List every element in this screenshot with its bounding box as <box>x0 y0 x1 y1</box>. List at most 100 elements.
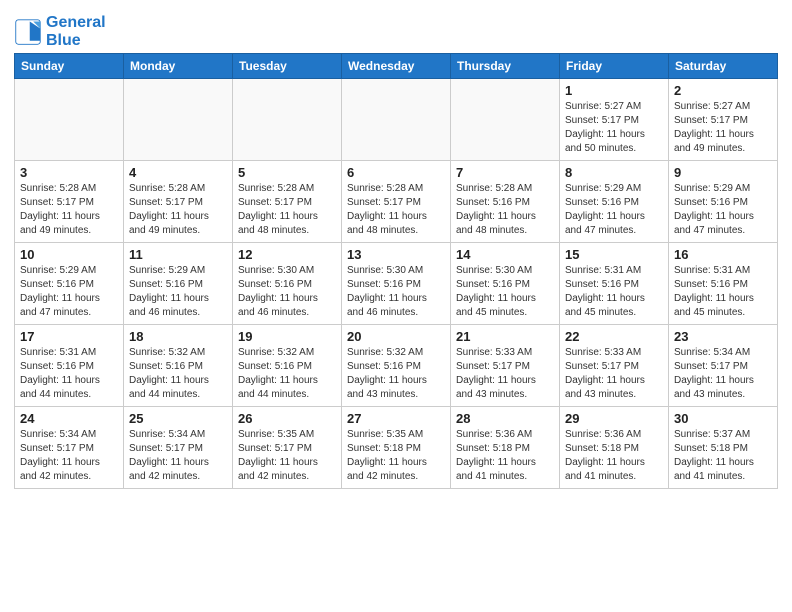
calendar-cell: 6 Sunrise: 5:28 AM Sunset: 5:17 PM Daylig… <box>342 161 451 243</box>
day-number: 21 <box>456 329 554 344</box>
day-info: Sunrise: 5:34 AM Sunset: 5:17 PM Dayligh… <box>20 428 118 484</box>
day-number: 27 <box>347 411 445 426</box>
day-number: 10 <box>20 247 118 262</box>
calendar-cell: 1 Sunrise: 5:27 AM Sunset: 5:17 PM Daylig… <box>560 79 669 161</box>
day-number: 9 <box>674 165 772 180</box>
day-info: Sunrise: 5:32 AM Sunset: 5:16 PM Dayligh… <box>129 346 227 402</box>
day-info: Sunrise: 5:32 AM Sunset: 5:16 PM Dayligh… <box>238 346 336 402</box>
logo-text: General Blue <box>46 14 106 49</box>
calendar-cell: 22 Sunrise: 5:33 AM Sunset: 5:17 PM Dayli… <box>560 325 669 407</box>
calendar-header-row: SundayMondayTuesdayWednesdayThursdayFrid… <box>15 54 778 79</box>
calendar-cell <box>342 79 451 161</box>
calendar-week-3: 10 Sunrise: 5:29 AM Sunset: 5:16 PM Dayli… <box>15 243 778 325</box>
calendar-cell: 24 Sunrise: 5:34 AM Sunset: 5:17 PM Dayli… <box>15 407 124 489</box>
day-number: 5 <box>238 165 336 180</box>
day-info: Sunrise: 5:30 AM Sunset: 5:16 PM Dayligh… <box>347 264 445 320</box>
calendar-cell: 26 Sunrise: 5:35 AM Sunset: 5:17 PM Dayli… <box>233 407 342 489</box>
day-info: Sunrise: 5:27 AM Sunset: 5:17 PM Dayligh… <box>565 100 663 156</box>
calendar-cell: 10 Sunrise: 5:29 AM Sunset: 5:16 PM Dayli… <box>15 243 124 325</box>
calendar-cell: 29 Sunrise: 5:36 AM Sunset: 5:18 PM Dayli… <box>560 407 669 489</box>
day-info: Sunrise: 5:34 AM Sunset: 5:17 PM Dayligh… <box>129 428 227 484</box>
calendar-cell <box>451 79 560 161</box>
day-number: 2 <box>674 83 772 98</box>
day-info: Sunrise: 5:37 AM Sunset: 5:18 PM Dayligh… <box>674 428 772 484</box>
day-info: Sunrise: 5:28 AM Sunset: 5:17 PM Dayligh… <box>238 182 336 238</box>
day-number: 14 <box>456 247 554 262</box>
day-info: Sunrise: 5:31 AM Sunset: 5:16 PM Dayligh… <box>674 264 772 320</box>
calendar-cell: 20 Sunrise: 5:32 AM Sunset: 5:16 PM Dayli… <box>342 325 451 407</box>
day-number: 16 <box>674 247 772 262</box>
calendar-cell: 28 Sunrise: 5:36 AM Sunset: 5:18 PM Dayli… <box>451 407 560 489</box>
day-info: Sunrise: 5:30 AM Sunset: 5:16 PM Dayligh… <box>456 264 554 320</box>
day-number: 8 <box>565 165 663 180</box>
calendar-cell: 3 Sunrise: 5:28 AM Sunset: 5:17 PM Daylig… <box>15 161 124 243</box>
day-info: Sunrise: 5:29 AM Sunset: 5:16 PM Dayligh… <box>674 182 772 238</box>
calendar-cell: 13 Sunrise: 5:30 AM Sunset: 5:16 PM Dayli… <box>342 243 451 325</box>
day-number: 1 <box>565 83 663 98</box>
day-info: Sunrise: 5:28 AM Sunset: 5:17 PM Dayligh… <box>347 182 445 238</box>
calendar-cell: 19 Sunrise: 5:32 AM Sunset: 5:16 PM Dayli… <box>233 325 342 407</box>
calendar-cell: 15 Sunrise: 5:31 AM Sunset: 5:16 PM Dayli… <box>560 243 669 325</box>
calendar-cell <box>124 79 233 161</box>
day-number: 23 <box>674 329 772 344</box>
weekday-header-thursday: Thursday <box>451 54 560 79</box>
day-number: 12 <box>238 247 336 262</box>
day-number: 29 <box>565 411 663 426</box>
calendar-cell: 8 Sunrise: 5:29 AM Sunset: 5:16 PM Daylig… <box>560 161 669 243</box>
calendar-cell: 9 Sunrise: 5:29 AM Sunset: 5:16 PM Daylig… <box>669 161 778 243</box>
calendar-cell: 7 Sunrise: 5:28 AM Sunset: 5:16 PM Daylig… <box>451 161 560 243</box>
day-number: 22 <box>565 329 663 344</box>
header: General Blue <box>14 10 778 49</box>
calendar-table: SundayMondayTuesdayWednesdayThursdayFrid… <box>14 53 778 489</box>
calendar-cell: 14 Sunrise: 5:30 AM Sunset: 5:16 PM Dayli… <box>451 243 560 325</box>
calendar-cell: 2 Sunrise: 5:27 AM Sunset: 5:17 PM Daylig… <box>669 79 778 161</box>
day-number: 11 <box>129 247 227 262</box>
calendar-week-5: 24 Sunrise: 5:34 AM Sunset: 5:17 PM Dayli… <box>15 407 778 489</box>
day-number: 24 <box>20 411 118 426</box>
calendar-cell <box>15 79 124 161</box>
day-info: Sunrise: 5:29 AM Sunset: 5:16 PM Dayligh… <box>565 182 663 238</box>
day-info: Sunrise: 5:35 AM Sunset: 5:17 PM Dayligh… <box>238 428 336 484</box>
calendar-cell: 23 Sunrise: 5:34 AM Sunset: 5:17 PM Dayli… <box>669 325 778 407</box>
day-info: Sunrise: 5:36 AM Sunset: 5:18 PM Dayligh… <box>456 428 554 484</box>
day-number: 13 <box>347 247 445 262</box>
day-number: 19 <box>238 329 336 344</box>
weekday-header-friday: Friday <box>560 54 669 79</box>
day-info: Sunrise: 5:32 AM Sunset: 5:16 PM Dayligh… <box>347 346 445 402</box>
day-number: 25 <box>129 411 227 426</box>
day-number: 26 <box>238 411 336 426</box>
calendar-cell: 21 Sunrise: 5:33 AM Sunset: 5:17 PM Dayli… <box>451 325 560 407</box>
logo-icon <box>14 18 42 46</box>
day-info: Sunrise: 5:33 AM Sunset: 5:17 PM Dayligh… <box>456 346 554 402</box>
day-info: Sunrise: 5:29 AM Sunset: 5:16 PM Dayligh… <box>20 264 118 320</box>
calendar-cell: 4Sunrise: 5:28 AM Sunset: 5:17 PM Daylig… <box>124 161 233 243</box>
day-info: Sunrise: 5:33 AM Sunset: 5:17 PM Dayligh… <box>565 346 663 402</box>
calendar-cell: 27 Sunrise: 5:35 AM Sunset: 5:18 PM Dayli… <box>342 407 451 489</box>
day-info: Sunrise: 5:36 AM Sunset: 5:18 PM Dayligh… <box>565 428 663 484</box>
day-number: 7 <box>456 165 554 180</box>
logo: General Blue <box>14 14 106 49</box>
calendar-week-2: 3 Sunrise: 5:28 AM Sunset: 5:17 PM Daylig… <box>15 161 778 243</box>
calendar-cell: 16 Sunrise: 5:31 AM Sunset: 5:16 PM Dayli… <box>669 243 778 325</box>
weekday-header-tuesday: Tuesday <box>233 54 342 79</box>
day-info: Sunrise: 5:35 AM Sunset: 5:18 PM Dayligh… <box>347 428 445 484</box>
day-info: Sunrise: 5:34 AM Sunset: 5:17 PM Dayligh… <box>674 346 772 402</box>
day-info: Sunrise: 5:31 AM Sunset: 5:16 PM Dayligh… <box>565 264 663 320</box>
calendar-cell: 30Sunrise: 5:37 AM Sunset: 5:18 PM Dayli… <box>669 407 778 489</box>
calendar-cell: 12Sunrise: 5:30 AM Sunset: 5:16 PM Dayli… <box>233 243 342 325</box>
day-number: 6 <box>347 165 445 180</box>
calendar-cell: 18Sunrise: 5:32 AM Sunset: 5:16 PM Dayli… <box>124 325 233 407</box>
day-number: 20 <box>347 329 445 344</box>
day-info: Sunrise: 5:27 AM Sunset: 5:17 PM Dayligh… <box>674 100 772 156</box>
day-number: 15 <box>565 247 663 262</box>
day-info: Sunrise: 5:28 AM Sunset: 5:17 PM Dayligh… <box>129 182 227 238</box>
day-number: 3 <box>20 165 118 180</box>
day-info: Sunrise: 5:31 AM Sunset: 5:16 PM Dayligh… <box>20 346 118 402</box>
weekday-header-monday: Monday <box>124 54 233 79</box>
calendar-cell <box>233 79 342 161</box>
day-info: Sunrise: 5:28 AM Sunset: 5:16 PM Dayligh… <box>456 182 554 238</box>
day-info: Sunrise: 5:29 AM Sunset: 5:16 PM Dayligh… <box>129 264 227 320</box>
day-number: 28 <box>456 411 554 426</box>
day-info: Sunrise: 5:28 AM Sunset: 5:17 PM Dayligh… <box>20 182 118 238</box>
calendar-cell: 11 Sunrise: 5:29 AM Sunset: 5:16 PM Dayli… <box>124 243 233 325</box>
